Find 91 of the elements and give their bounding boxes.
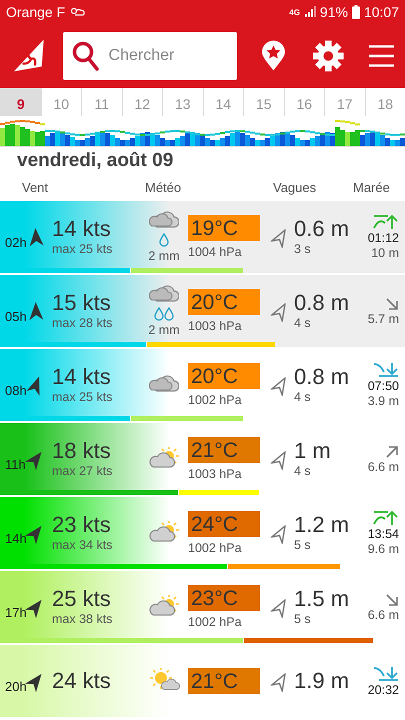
clock: 10:07 xyxy=(364,4,399,20)
wind-speed: 15 kts xyxy=(52,291,112,315)
wave-height: 1 m xyxy=(294,439,332,463)
carrier-name: Orange F xyxy=(6,4,66,20)
temperature: 19°C xyxy=(188,214,260,240)
hour-label: 17h xyxy=(4,604,28,620)
wind-direction-icon xyxy=(28,302,44,320)
temperature: 24°C xyxy=(188,510,260,536)
wave-period: 4 s xyxy=(294,389,312,405)
pressure: 1002 hPa xyxy=(188,392,243,408)
pressure: 1002 hPa xyxy=(188,540,243,556)
column-header: Marée xyxy=(352,180,391,195)
raindrop-icon xyxy=(159,233,169,247)
favorite-location-icon[interactable] xyxy=(260,40,286,72)
day-tab[interactable]: 11 xyxy=(81,88,122,116)
wind-speed: 23 kts xyxy=(52,513,112,537)
wind-gust: max 28 kts xyxy=(52,315,114,331)
tide-height: 6.6 m xyxy=(368,608,399,622)
wind-speed: 24 kts xyxy=(52,669,112,693)
wave-height: 0.6 m xyxy=(294,217,350,241)
tide-height: 9.6 m xyxy=(368,543,399,556)
tide-time: 20:32 xyxy=(368,684,399,696)
pressure: 1004 hPa xyxy=(188,244,243,260)
wind-gust: max 34 kts xyxy=(52,537,114,553)
wind-gust: max 25 kts xyxy=(52,389,114,405)
day-tab[interactable]: 15 xyxy=(243,88,284,116)
network-type: 4G xyxy=(289,8,300,16)
wave-period: 4 s xyxy=(294,315,312,331)
menu-icon[interactable] xyxy=(368,43,395,69)
temperature: 21°C xyxy=(188,436,260,462)
wave-height: 0.8 m xyxy=(294,365,350,389)
signal-icon xyxy=(304,6,316,18)
wind-gust: max 25 kts xyxy=(52,241,114,257)
tide-height: 6.6 m xyxy=(368,460,399,474)
tide-time: 13:54 xyxy=(368,528,399,541)
wave-height: 0.8 m xyxy=(294,291,350,315)
wind-speed: 25 kts xyxy=(52,587,112,611)
temperature: 20°C xyxy=(188,288,260,314)
hour-label: 05h xyxy=(4,308,28,324)
wave-period: 3 s xyxy=(294,241,312,257)
day-tab[interactable]: 16 xyxy=(284,88,324,116)
tide-height: 5.7 m xyxy=(368,312,399,326)
wind-speed: 18 kts xyxy=(52,439,112,463)
date-title: vendredi, août 09 xyxy=(16,149,174,173)
wave-height: 1.9 m xyxy=(294,669,350,693)
temperature: 20°C xyxy=(188,362,260,388)
pressure: 1003 hPa xyxy=(188,318,243,334)
column-header: Vagues xyxy=(272,180,318,195)
tide-height: 10 m xyxy=(371,247,399,260)
wind-speed: 14 kts xyxy=(52,217,112,241)
hour-label: 08h xyxy=(4,382,28,398)
wind-gust: max 27 kts xyxy=(52,463,114,479)
hour-label: 14h xyxy=(4,530,28,546)
temperature: 23°C xyxy=(188,584,260,610)
battery-percent: 91% xyxy=(320,4,348,20)
weather-alert-icon xyxy=(69,6,86,18)
wave-height: 1.2 m xyxy=(294,513,350,537)
hour-label: 11h xyxy=(4,456,27,472)
tide-height: 3.9 m xyxy=(368,395,399,408)
pressure: 1002 hPa xyxy=(188,614,243,630)
hour-label: 20h xyxy=(4,678,28,694)
day-tab[interactable]: 12 xyxy=(122,88,162,116)
day-tab[interactable]: 18 xyxy=(364,88,405,116)
battery-icon xyxy=(352,5,360,19)
forecast-row[interactable]: 05h 15 kts max 28 kts 2 mm 20°C 1003 hPa 0.8 m 4 s 5.7 m xyxy=(0,275,405,347)
wind-speed: 14 kts xyxy=(52,365,112,389)
pressure: 1003 hPa xyxy=(188,466,243,482)
day-tab[interactable]: 10 xyxy=(40,88,81,116)
tide-time: 07:50 xyxy=(368,380,399,393)
forecast-row[interactable]: 02h 14 kts max 25 kts 2 mm 19°C 1004 hPa 0.6 m 3 s 01:12 10 m xyxy=(0,201,405,273)
wind-direction-icon xyxy=(27,227,45,247)
temperature: 21°C xyxy=(188,668,260,694)
search-icon xyxy=(72,41,100,71)
wave-height: 1.5 m xyxy=(294,587,350,611)
wave-period: 5 s xyxy=(294,537,312,553)
raindrops-icon xyxy=(154,307,174,321)
wind-gust: max 38 kts xyxy=(52,611,114,627)
hour-label: 02h xyxy=(4,234,28,250)
settings-icon[interactable] xyxy=(312,39,344,73)
rain-amount: 2 mm xyxy=(148,248,180,264)
search-field[interactable]: Chercher xyxy=(62,32,237,80)
wave-period: 4 s xyxy=(294,463,312,479)
day-tab[interactable]: 9 xyxy=(0,88,40,116)
tide-time: 01:12 xyxy=(368,232,399,245)
day-tab[interactable]: 13 xyxy=(162,88,202,116)
column-header: Vent xyxy=(21,180,50,195)
day-tab[interactable]: 17 xyxy=(324,88,364,116)
day-tab[interactable]: 14 xyxy=(202,88,243,116)
rain-amount: 2 mm xyxy=(148,322,180,338)
wave-period: 5 s xyxy=(294,611,312,627)
column-header: Météo xyxy=(144,180,182,195)
